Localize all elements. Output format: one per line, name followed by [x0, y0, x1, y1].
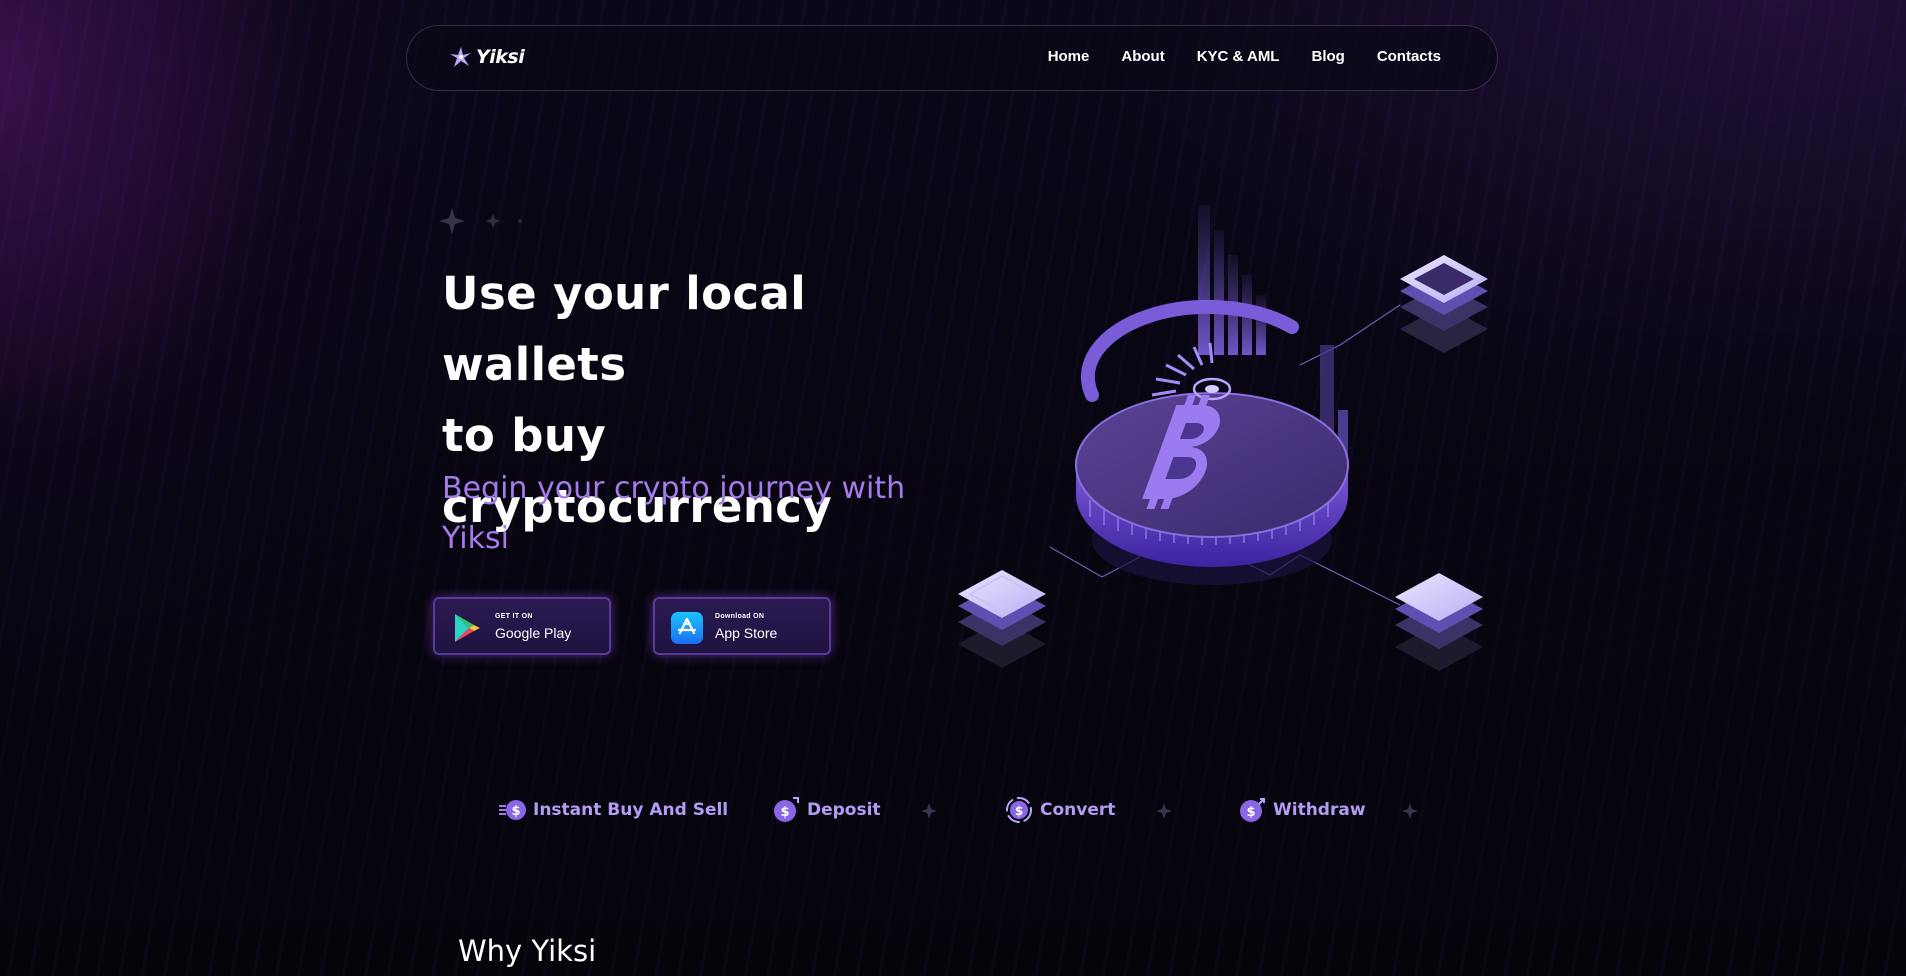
feature-withdraw: $ Withdraw	[1238, 796, 1366, 824]
feature-instant-buy-sell: $ Instant Buy And Sell	[498, 796, 728, 824]
app-store-small-label: Download ON	[715, 613, 765, 620]
nav-blog[interactable]: Blog	[1311, 48, 1344, 65]
google-play-button[interactable]: GET IT ON Google Play	[433, 597, 611, 655]
dollar-coin-convert-icon: $	[1006, 797, 1032, 823]
hero-subtitle-line: Yiksi	[442, 521, 509, 556]
svg-text:$: $	[780, 805, 789, 820]
hero-subtitle: Begin your crypto journey with Yiksi	[442, 464, 942, 564]
hero-title-line: Use your local wallets	[442, 267, 807, 391]
hero-subtitle-line: Begin your crypto journey with	[442, 471, 906, 506]
hero-title-line: to buy	[442, 409, 607, 462]
google-play-icon	[455, 614, 480, 642]
feature-label: Convert	[1040, 800, 1116, 820]
feature-deposit: $ Deposit	[772, 796, 881, 824]
yiksi-star-icon	[450, 47, 471, 67]
app-store-button[interactable]: Download ON App Store	[653, 597, 831, 655]
page: Yiksi Home About KYC & AML Blog Contacts…	[0, 0, 1906, 976]
why-heading: Why Yiksi	[458, 934, 597, 968]
sparkle-icon	[1402, 803, 1418, 819]
feature-label: Withdraw	[1273, 800, 1366, 820]
nav-kyc-aml[interactable]: KYC & AML	[1197, 48, 1280, 65]
app-store-icon	[671, 612, 703, 644]
sparkle-decoration-icon	[439, 208, 522, 234]
svg-text:$: $	[1015, 804, 1023, 818]
svg-text:$: $	[1246, 805, 1255, 820]
nav-contacts[interactable]: Contacts	[1377, 48, 1441, 65]
feature-label: Deposit	[807, 800, 881, 820]
feature-convert: $ Convert	[1005, 796, 1115, 824]
dollar-coin-arrows-icon: $	[499, 800, 526, 820]
google-play-small-label: GET IT ON	[495, 613, 533, 620]
navbar: Yiksi Home About KYC & AML Blog Contacts	[406, 25, 1498, 91]
bitcoin-coin-illustration	[958, 205, 1488, 671]
svg-text:$: $	[511, 804, 520, 819]
dollar-coin-withdraw-icon: $	[1240, 798, 1265, 822]
feature-label: Instant Buy And Sell	[533, 800, 729, 820]
nav-home[interactable]: Home	[1048, 48, 1090, 65]
nav-links: Home About KYC & AML Blog Contacts	[1048, 48, 1441, 65]
features-strip: $ Instant Buy And Sell $ Deposit $ Conve…	[0, 796, 1906, 836]
sparkle-icon	[921, 803, 937, 819]
app-store-label: App Store	[715, 625, 778, 641]
logo[interactable]: Yiksi	[449, 46, 525, 68]
google-play-label: Google Play	[495, 625, 572, 641]
dollar-coin-deposit-icon: $	[774, 797, 799, 822]
logo-text: Yiksi	[476, 46, 525, 68]
nav-about[interactable]: About	[1121, 48, 1164, 65]
sparkle-icon	[1156, 803, 1172, 819]
